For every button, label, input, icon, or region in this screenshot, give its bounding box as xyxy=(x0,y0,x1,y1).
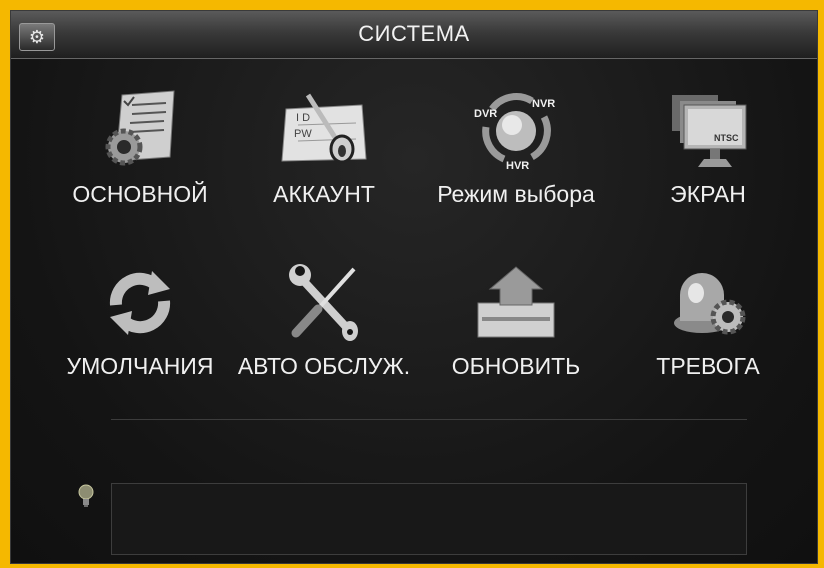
upgrade-tray-icon xyxy=(477,266,555,338)
menu-item-basic[interactable]: ОСНОВНОЙ xyxy=(45,73,235,223)
svg-text:I D: I D xyxy=(296,112,310,124)
monitor-icon: NTSC xyxy=(672,95,747,167)
nvr-label: NVR xyxy=(532,98,555,110)
document-gear-icon xyxy=(105,90,175,166)
menu-item-display[interactable]: NTSC ЭКРАН xyxy=(613,73,803,223)
divider xyxy=(111,419,747,420)
lightbulb-icon xyxy=(78,484,94,507)
menu-item-default[interactable]: УМОЛЧАНИЯ xyxy=(45,245,235,395)
menu-item-label: ТРЕВОГА xyxy=(656,353,760,379)
menu-item-upgrade[interactable]: ОБНОВИТЬ xyxy=(421,245,611,395)
dvr-label: DVR xyxy=(474,108,497,120)
menu-item-alarm[interactable]: ТРЕВОГА xyxy=(613,245,803,395)
alarm-siren-gear-icon xyxy=(674,273,746,335)
ntsc-label: NTSC xyxy=(714,133,739,143)
hvr-label: HVR xyxy=(506,160,529,172)
refresh-icon xyxy=(109,271,171,335)
title-bar: ⚙ СИСТЕМА xyxy=(11,11,817,59)
dvr-nvr-hvr-mode-icon: DVR NVR HVR xyxy=(474,93,555,172)
status-message-box xyxy=(111,483,747,555)
menu-item-mode[interactable]: DVR NVR HVR Режим выбора xyxy=(421,73,611,223)
account-key-icon: I D PW xyxy=(281,93,367,164)
svg-text:PW: PW xyxy=(294,128,312,140)
window-title: СИСТЕМА xyxy=(358,21,470,46)
system-window: ⚙ СИСТЕМА ОСНОВНОЙ I D PW АККАУНТ DVR NV… xyxy=(10,10,818,564)
menu-item-maintain[interactable]: АВТО ОБСЛУЖ. xyxy=(229,245,419,395)
wrench-screwdriver-icon xyxy=(289,264,358,341)
menu-item-account[interactable]: I D PW АККАУНТ xyxy=(229,73,419,223)
menu-item-label: ЭКРАН xyxy=(670,181,746,207)
